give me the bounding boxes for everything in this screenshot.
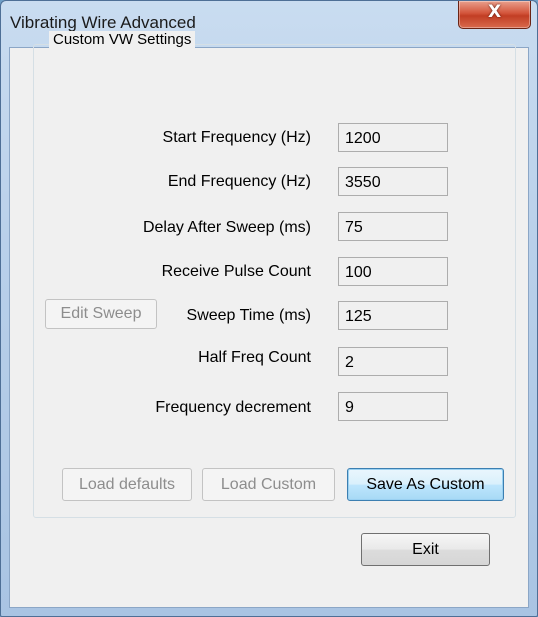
dialog-window: Vibrating Wire Advanced X Custom VW Sett…	[0, 0, 538, 617]
delay-after-sweep-label: Delay After Sweep (ms)	[142, 219, 311, 236]
frequency-decrement-label: Frequency decrement	[155, 399, 311, 416]
window-title: Vibrating Wire Advanced	[10, 13, 196, 32]
load-custom-button[interactable]: Load Custom	[202, 468, 335, 501]
edit-sweep-label: Edit Sweep	[60, 305, 142, 322]
exit-button[interactable]: Exit	[361, 533, 490, 566]
load-defaults-button[interactable]: Load defaults	[62, 468, 192, 501]
half-freq-count-field[interactable]: 2	[338, 347, 448, 376]
load-defaults-label: Load defaults	[78, 476, 176, 493]
frequency-decrement-field[interactable]: 9	[338, 392, 448, 421]
close-button[interactable]: X	[458, 1, 531, 29]
end-frequency-field[interactable]: 3550	[338, 167, 448, 196]
edit-sweep-button[interactable]: Edit Sweep	[45, 299, 157, 329]
receive-pulse-count-field[interactable]: 100	[338, 257, 448, 286]
exit-label: Exit	[412, 541, 439, 558]
start-frequency-field[interactable]: 1200	[338, 123, 448, 152]
start-frequency-label: Start Frequency (Hz)	[162, 129, 311, 146]
sweep-time-field[interactable]: 125	[338, 301, 448, 330]
group-label: Custom VW Settings	[49, 31, 196, 48]
sweep-time-label: Sweep Time (ms)	[186, 307, 311, 324]
half-freq-count-label: Half Freq Count	[198, 349, 311, 366]
close-icon: X	[487, 2, 502, 22]
save-as-custom-button[interactable]: Save As Custom	[347, 468, 504, 501]
delay-after-sweep-field[interactable]: 75	[338, 212, 448, 241]
load-custom-label: Load Custom	[220, 476, 317, 493]
save-as-custom-label: Save As Custom	[366, 476, 485, 493]
end-frequency-label: End Frequency (Hz)	[167, 173, 311, 190]
receive-pulse-count-label: Receive Pulse Count	[161, 263, 311, 280]
